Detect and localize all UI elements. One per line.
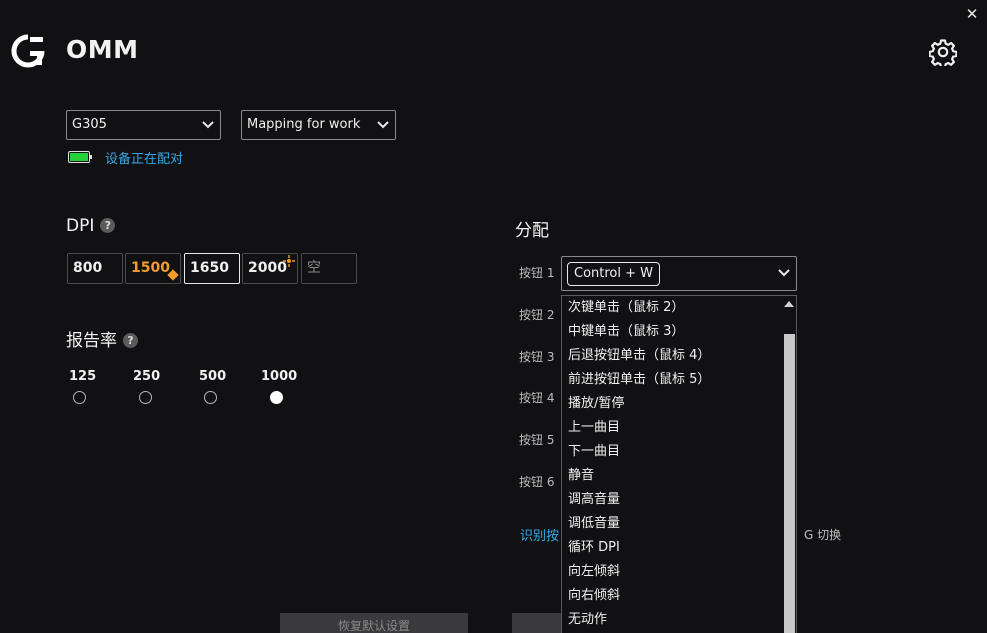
dropdown-item[interactable]: 静音: [562, 464, 796, 488]
gear-icon[interactable]: [929, 38, 957, 66]
report-rate-label-125: 125: [69, 369, 97, 384]
report-rate-label-250: 250: [133, 369, 161, 384]
assignment-title: 分配: [515, 221, 549, 241]
dpi-level-value: 空: [307, 260, 321, 276]
dropdown-item[interactable]: 调高音量: [562, 488, 796, 512]
dropdown-item[interactable]: 上一曲目: [562, 416, 796, 440]
battery-icon: [68, 151, 92, 163]
report-rate-label-500: 500: [199, 369, 227, 384]
button-1-assignment-select[interactable]: Control + W: [561, 256, 797, 291]
report-rate-section-title: 报告率?: [66, 326, 138, 351]
dropdown-item[interactable]: 无动作: [562, 608, 796, 632]
dropdown-item[interactable]: 后退按钮单击（鼠标 4）: [562, 344, 796, 368]
report-rate-radio-500[interactable]: [204, 391, 217, 404]
report-rate-radio-125[interactable]: [73, 391, 86, 404]
profile-select[interactable]: Mapping for work: [241, 110, 396, 140]
dpi-level-1[interactable]: 800: [67, 253, 123, 284]
dropdown-item[interactable]: 循环 DPI: [562, 536, 796, 560]
profile-select-value: Mapping for work: [247, 117, 361, 132]
device-select-value: G305: [72, 117, 107, 132]
assignment-value: Control + W: [567, 262, 661, 286]
dropdown-item[interactable]: 前进按钮单击（鼠标 5）: [562, 368, 796, 392]
restore-defaults-button[interactable]: 恢复默认设置: [280, 613, 468, 633]
dpi-level-5[interactable]: 空: [301, 253, 357, 284]
app-title: OMM: [66, 35, 139, 64]
dropdown-item[interactable]: 次键单击（鼠标 2）: [562, 296, 796, 320]
dropdown-item[interactable]: 向右倾斜: [562, 584, 796, 608]
report-rate-radio-250[interactable]: [139, 391, 152, 404]
dpi-level-value: 1650: [190, 260, 229, 276]
dropdown-item[interactable]: 中键单击（鼠标 3）: [562, 320, 796, 344]
button-label-6: 按钮 6: [519, 475, 555, 489]
help-icon[interactable]: ?: [123, 333, 138, 348]
close-icon[interactable]: ✕: [964, 6, 980, 22]
pairing-status[interactable]: 设备正在配对: [105, 148, 183, 167]
dropdown-item[interactable]: 下一曲目: [562, 440, 796, 464]
dropdown-item[interactable]: 向左倾斜: [562, 560, 796, 584]
chevron-down-icon: [377, 121, 389, 129]
report-rate-title: 报告率: [66, 331, 117, 351]
dpi-level-4[interactable]: 2000: [242, 253, 298, 284]
device-select[interactable]: G305: [66, 110, 221, 140]
dropdown-scrollbar[interactable]: [783, 296, 796, 633]
chevron-down-icon: [202, 121, 214, 129]
help-icon[interactable]: ?: [100, 218, 116, 233]
dpi-section-title: DPI?: [66, 216, 116, 236]
report-rate-radio-1000[interactable]: [270, 391, 283, 404]
secondary-footer-button[interactable]: [512, 613, 562, 633]
button-label-4: 按钮 4: [519, 391, 555, 405]
dpi-level-2[interactable]: 1500: [125, 253, 181, 284]
logitech-g-icon: [11, 34, 45, 68]
dpi-title: DPI: [66, 216, 95, 236]
report-rate-label-1000: 1000: [261, 369, 298, 384]
g-shift-label: G 切换: [804, 528, 842, 542]
button-label-3: 按钮 3: [519, 350, 555, 364]
dropdown-item[interactable]: 调低音量: [562, 512, 796, 536]
dpi-level-3[interactable]: 1650: [184, 253, 240, 284]
button-label-1: 按钮 1: [519, 266, 555, 280]
dpi-level-value: 800: [73, 260, 103, 276]
scrollbar-thumb[interactable]: [784, 334, 795, 633]
dpi-level-value: 1500: [131, 260, 170, 276]
dpi-level-value: 2000: [248, 260, 287, 276]
assignment-dropdown-list[interactable]: 次键单击（鼠标 2） 中键单击（鼠标 3） 后退按钮单击（鼠标 4） 前进按钮单…: [561, 295, 797, 633]
chevron-down-icon: [778, 269, 790, 277]
dropdown-item[interactable]: 播放/暂停: [562, 392, 796, 416]
dpi-shift-icon: [283, 255, 295, 267]
button-label-2: 按钮 2: [519, 308, 555, 322]
scroll-up-arrow-icon[interactable]: [784, 301, 794, 307]
identify-button-link[interactable]: 识别按: [520, 525, 559, 544]
button-label-5: 按钮 5: [519, 433, 555, 447]
